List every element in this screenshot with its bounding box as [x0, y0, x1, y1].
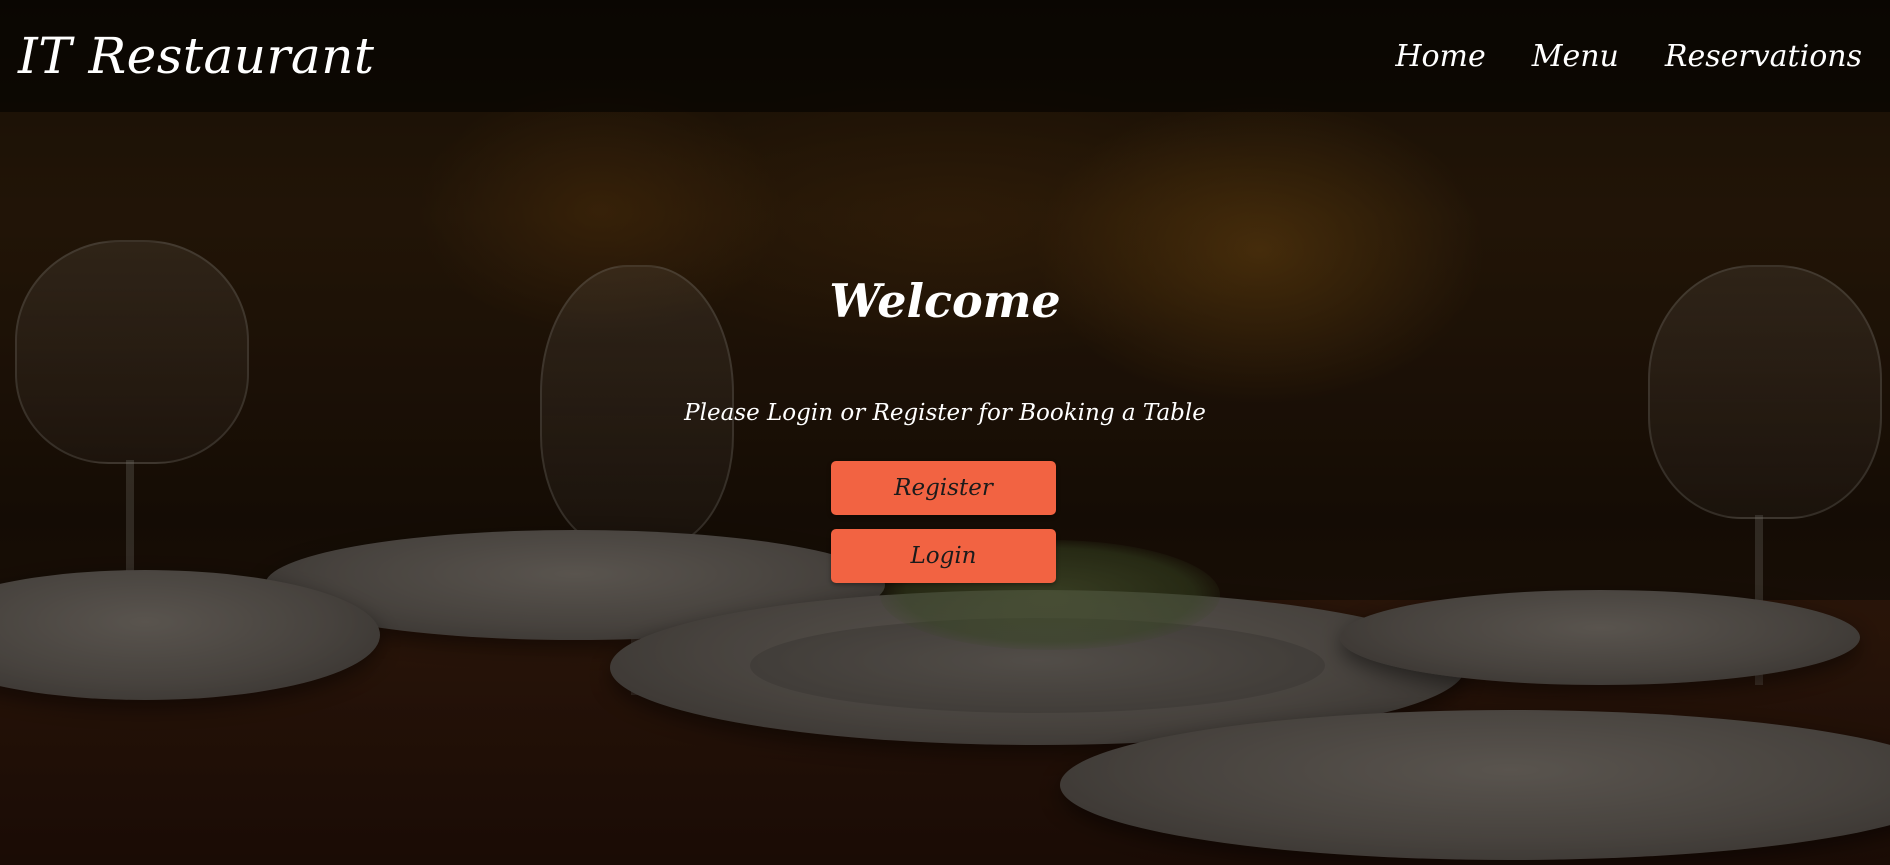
login-button[interactable]: Login	[831, 529, 1056, 583]
nav-link-home[interactable]: Home	[1395, 39, 1485, 74]
background-restaurant-photo	[0, 0, 1890, 865]
register-button[interactable]: Register	[831, 461, 1056, 515]
background-dim-overlay	[0, 0, 1890, 865]
top-navbar: IT Restaurant Home Menu Reservations	[0, 0, 1890, 112]
site-brand[interactable]: IT Restaurant	[18, 27, 375, 85]
nav-link-reservations[interactable]: Reservations	[1665, 39, 1862, 74]
nav-links: Home Menu Reservations	[1395, 39, 1872, 74]
nav-link-menu[interactable]: Menu	[1532, 39, 1619, 74]
